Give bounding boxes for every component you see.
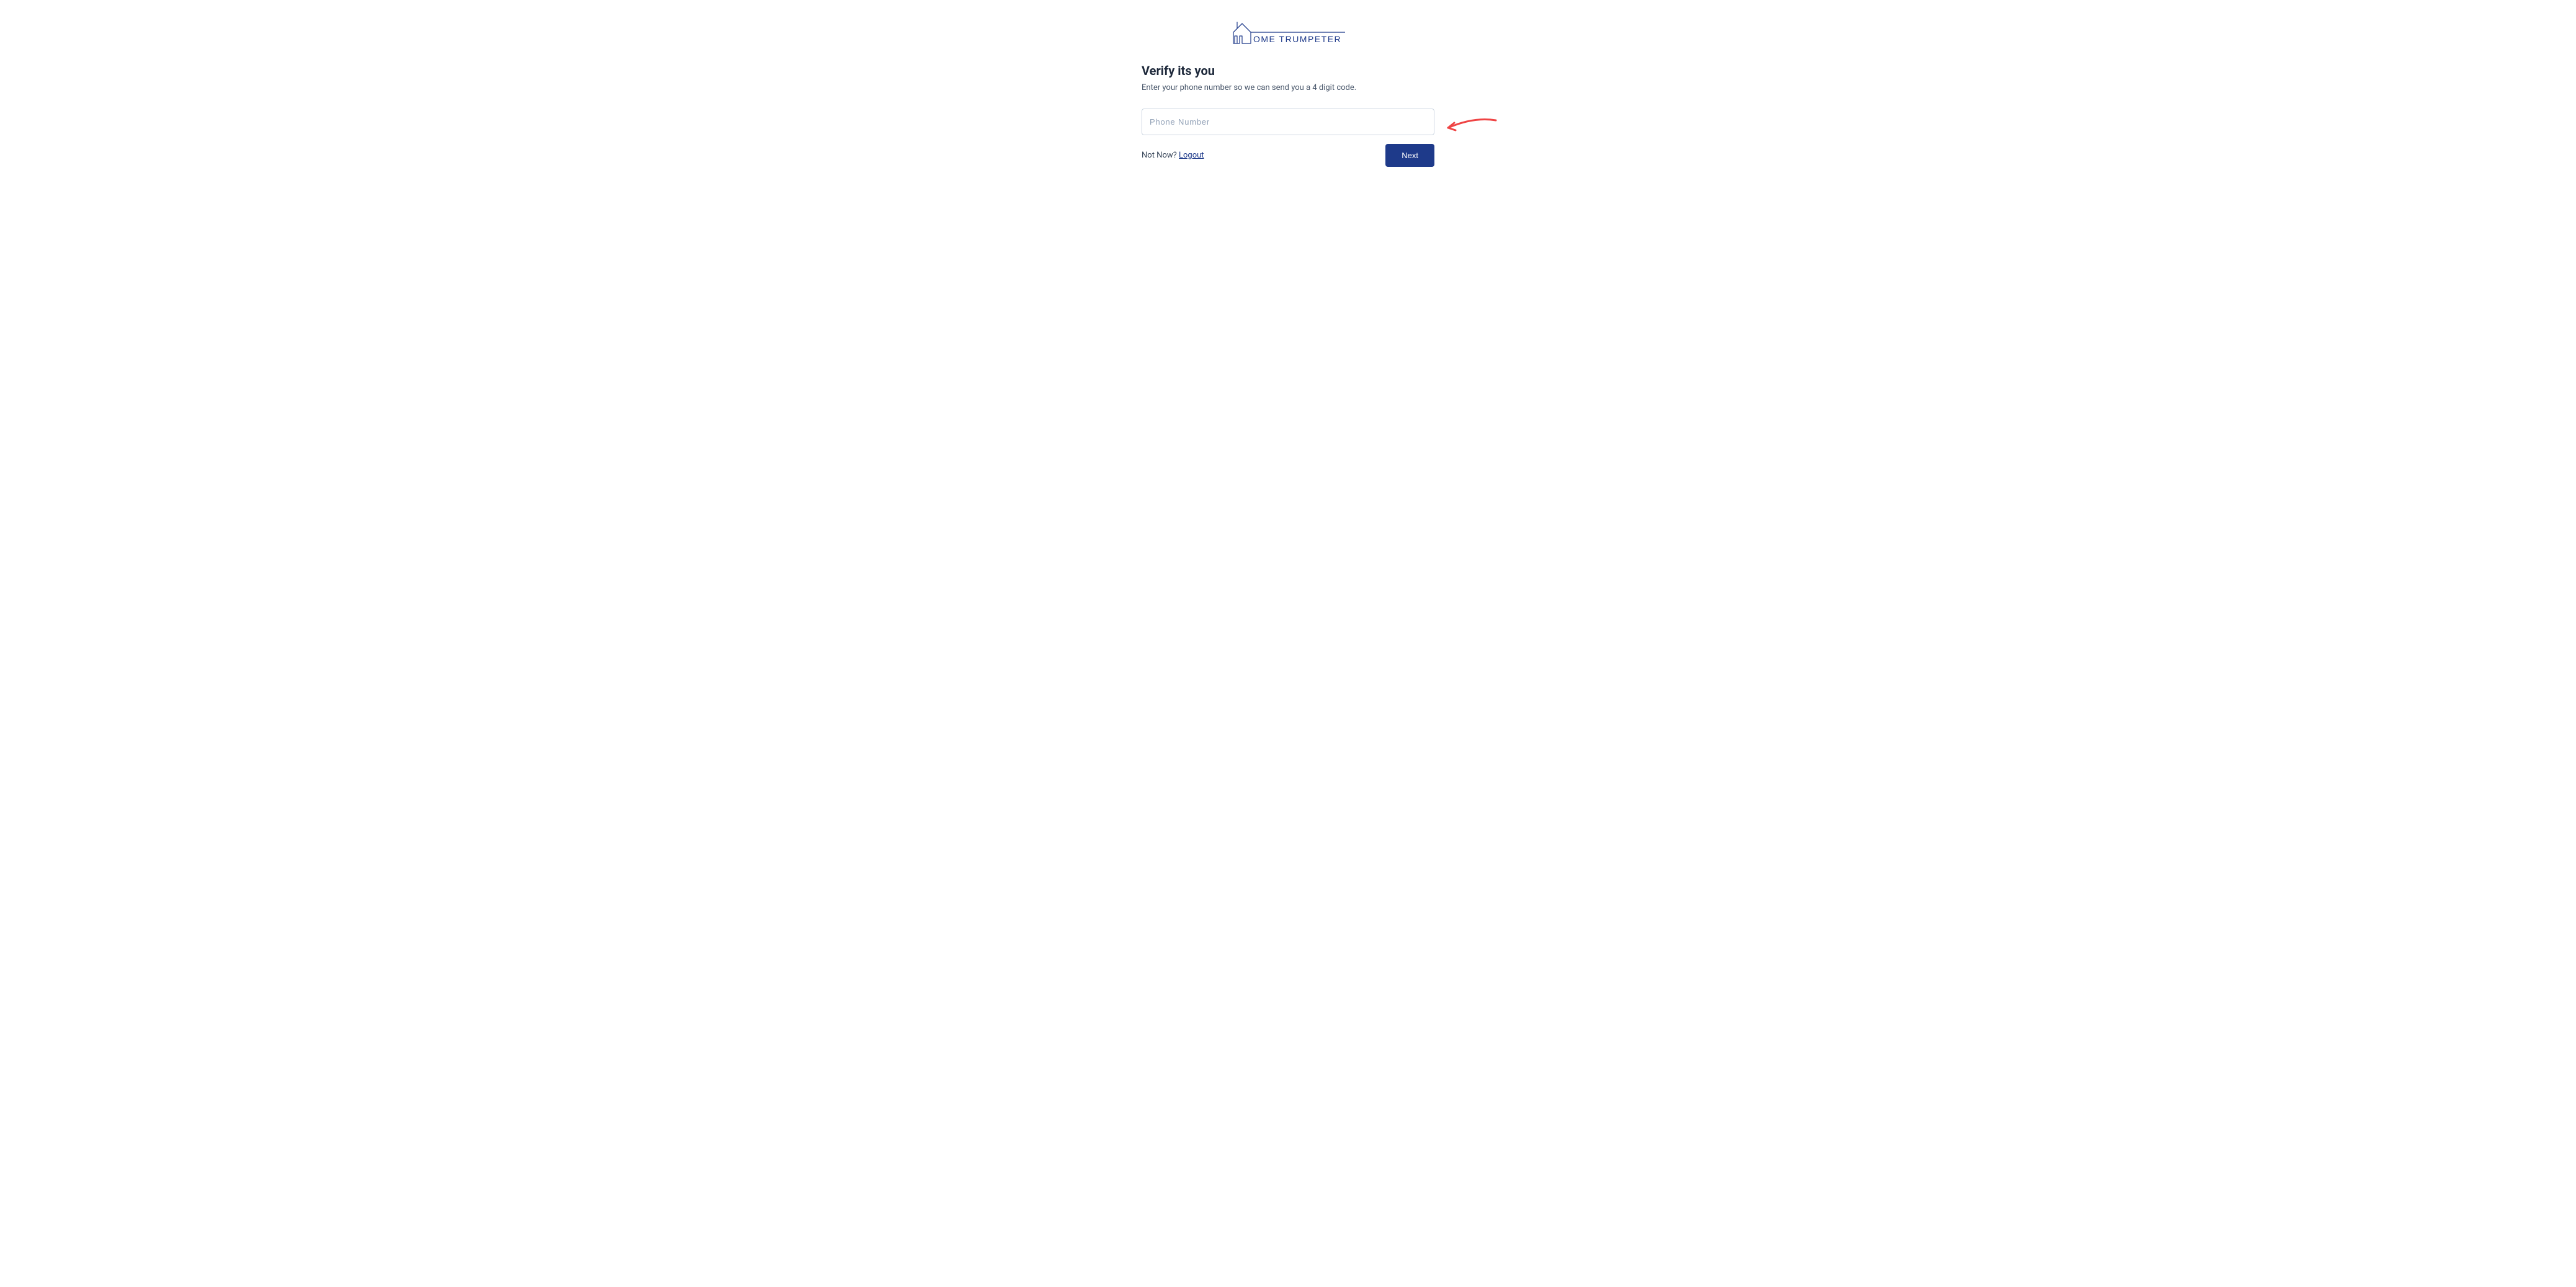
actions-row: Not Now? Logout Next: [1142, 144, 1434, 167]
next-button[interactable]: Next: [1385, 144, 1434, 167]
brand-logo: OME TRUMPETER: [1231, 19, 1345, 45]
annotation-arrow-icon: [1443, 115, 1499, 135]
phone-number-input[interactable]: [1142, 109, 1434, 135]
verify-heading: Verify its you: [1142, 63, 1434, 78]
home-trumpeter-logo-icon: OME TRUMPETER: [1231, 19, 1345, 45]
not-now-text: Not Now?: [1142, 151, 1179, 160]
verify-subtext: Enter your phone number so we can send y…: [1142, 83, 1434, 92]
page-wrapper: OME TRUMPETER Verify its you Enter your …: [0, 0, 2576, 167]
logo-wrapper: OME TRUMPETER: [1142, 19, 1434, 45]
logout-link[interactable]: Logout: [1179, 151, 1204, 160]
not-now-group: Not Now? Logout: [1142, 151, 1204, 160]
content-container: OME TRUMPETER Verify its you Enter your …: [1142, 0, 1434, 167]
logo-text: OME TRUMPETER: [1253, 34, 1341, 44]
